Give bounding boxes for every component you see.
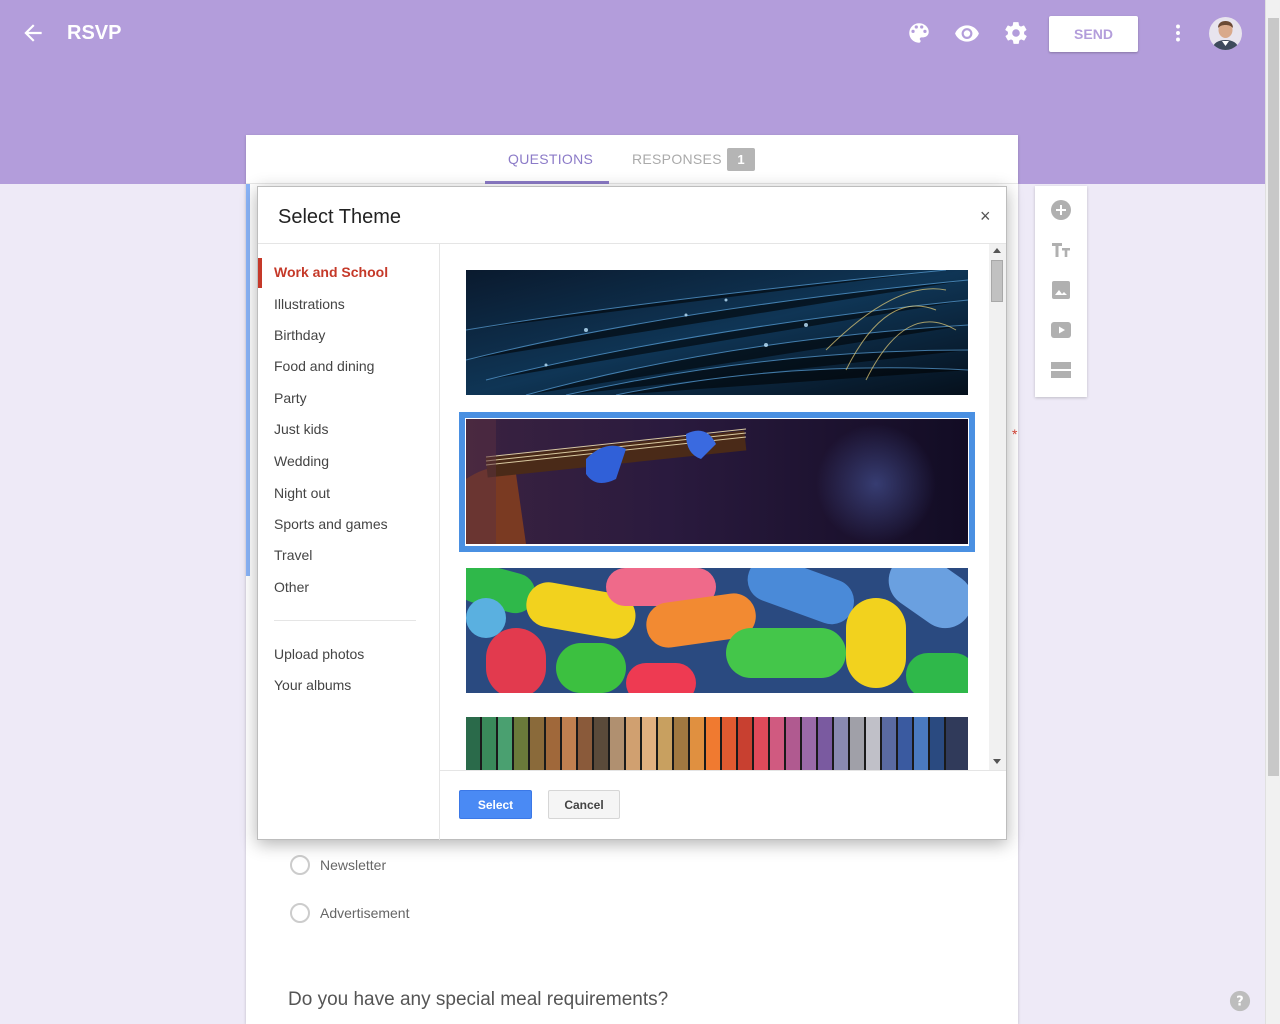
scroll-thumb[interactable]	[991, 260, 1003, 302]
side-toolbar	[1035, 186, 1087, 397]
category-birthday[interactable]: Birthday	[274, 327, 325, 343]
upload-photos-link[interactable]: Upload photos	[274, 646, 364, 662]
question-accent-bar	[246, 184, 250, 576]
yarn-theme[interactable]	[466, 717, 968, 770]
palette-icon[interactable]	[906, 20, 932, 46]
help-icon[interactable]: ?	[1229, 990, 1251, 1012]
more-vert-icon[interactable]	[1165, 20, 1191, 46]
avatar[interactable]	[1209, 17, 1242, 50]
responses-count-badge: 1	[727, 148, 755, 171]
theme-scrollbar[interactable]	[989, 244, 1006, 770]
category-food-and-dining[interactable]: Food and dining	[274, 358, 374, 374]
guitar-theme[interactable]	[466, 419, 968, 544]
category-work-and-school[interactable]: Work and School	[274, 264, 388, 280]
your-albums-link[interactable]: Your albums	[274, 677, 351, 693]
section-icon[interactable]	[1049, 358, 1073, 382]
select-button[interactable]: Select	[459, 790, 532, 819]
page-scroll-thumb[interactable]	[1268, 18, 1279, 776]
top-bar: RSVP SEND	[0, 0, 1265, 68]
gear-icon[interactable]	[1003, 20, 1029, 46]
radio-button[interactable]	[290, 903, 310, 923]
page-scrollbar[interactable]	[1265, 0, 1280, 1024]
category-party[interactable]: Party	[274, 390, 307, 406]
question-title[interactable]: Do you have any special meal requirement…	[288, 989, 668, 1011]
category-travel[interactable]: Travel	[274, 547, 312, 563]
divider	[274, 620, 416, 621]
category-wedding[interactable]: Wedding	[274, 453, 329, 469]
eye-icon[interactable]	[954, 20, 980, 46]
tab-bar: QUESTIONS RESPONSES 1	[246, 135, 1018, 184]
jellybeans-theme[interactable]	[466, 568, 968, 693]
back-arrow-icon[interactable]	[20, 20, 46, 46]
close-icon[interactable]: ×	[980, 206, 991, 227]
option-advertisement[interactable]: Advertisement	[290, 903, 409, 923]
radio-button[interactable]	[290, 855, 310, 875]
video-icon[interactable]	[1049, 318, 1073, 342]
option-newsletter[interactable]: Newsletter	[290, 855, 386, 875]
category-other[interactable]: Other	[274, 579, 309, 595]
option-label: Newsletter	[320, 857, 387, 873]
cancel-button[interactable]: Cancel	[548, 790, 620, 819]
scroll-up-arrow[interactable]	[993, 248, 1001, 253]
option-label: Advertisement	[320, 905, 410, 921]
fiber-optic-theme[interactable]	[466, 270, 968, 395]
required-mark: *	[1012, 426, 1018, 442]
dialog-title: Select Theme	[278, 206, 402, 228]
tab-questions[interactable]: QUESTIONS	[508, 151, 593, 167]
title-text-icon[interactable]	[1049, 238, 1073, 262]
active-category-marker	[258, 258, 262, 288]
tab-indicator	[485, 181, 609, 184]
scroll-down-arrow[interactable]	[993, 759, 1001, 764]
category-night-out[interactable]: Night out	[274, 485, 330, 501]
add-question-icon[interactable]	[1049, 198, 1073, 222]
image-icon[interactable]	[1049, 278, 1073, 302]
category-sports-and-games[interactable]: Sports and games	[274, 516, 388, 532]
select-theme-dialog: Select Theme × Work and School Illustrat…	[257, 186, 1007, 840]
svg-text:?: ?	[1236, 995, 1243, 1010]
category-just-kids[interactable]: Just kids	[274, 421, 328, 437]
theme-gallery	[440, 244, 1006, 770]
tab-responses[interactable]: RESPONSES	[632, 151, 722, 167]
category-illustrations[interactable]: Illustrations	[274, 296, 345, 312]
send-button[interactable]: SEND	[1049, 16, 1138, 52]
divider	[440, 770, 1006, 771]
form-title: RSVP	[67, 22, 122, 44]
